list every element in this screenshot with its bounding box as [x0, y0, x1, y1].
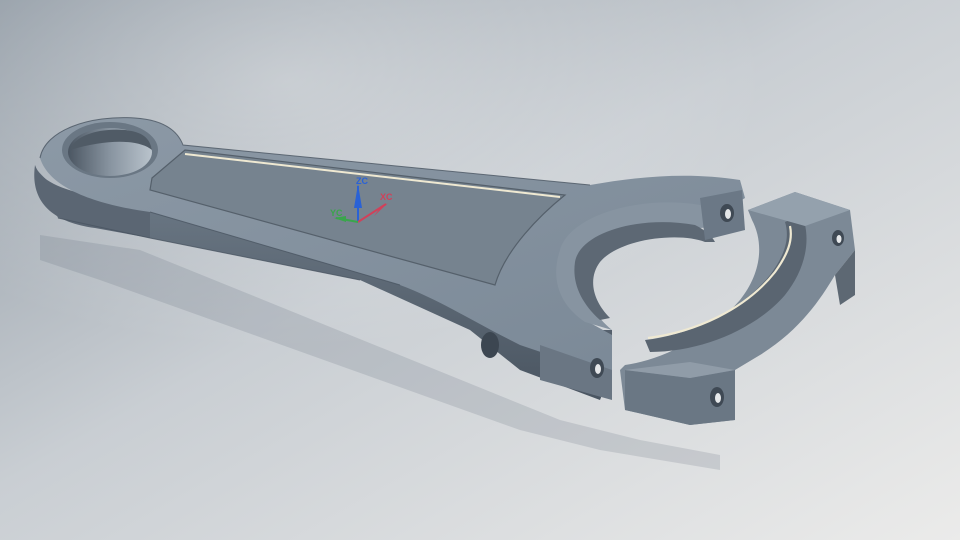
rod-cap-bolt-hole-lower-inner: [715, 393, 721, 403]
triad-z-label: ZC: [356, 176, 368, 186]
model-canvas[interactable]: ZC XC YC: [0, 0, 960, 540]
rod-bolt-hole-top-inner: [725, 209, 731, 219]
rod-cap-bolt-hole-upper-inner: [836, 235, 842, 243]
triad-x-label: XC: [380, 192, 393, 202]
cad-graphics-viewport[interactable]: ZC XC YC: [0, 0, 960, 540]
rod-bolt-hole-lower-inner: [595, 364, 601, 374]
triad-y-label: YC: [330, 208, 343, 218]
beam-side-oil-hole: [481, 332, 499, 358]
